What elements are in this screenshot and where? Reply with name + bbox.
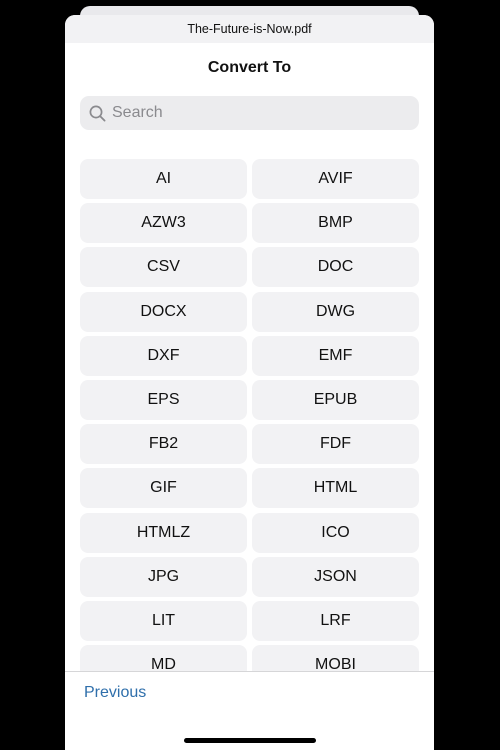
format-button-mobi[interactable]: MOBI (252, 645, 419, 671)
format-button-lrf[interactable]: LRF (252, 600, 419, 641)
format-button-jpg[interactable]: JPG (80, 556, 247, 597)
format-button-ico[interactable]: ICO (252, 512, 419, 553)
search-bar[interactable] (80, 96, 419, 130)
sheet-title: Convert To (207, 59, 292, 76)
file-name-header: The-Future-is-Now.pdf (65, 15, 434, 43)
format-button-ai[interactable]: AI (80, 159, 247, 199)
format-button-html[interactable]: HTML (252, 468, 419, 509)
format-button-gif[interactable]: GIF (80, 468, 247, 509)
format-button-epub[interactable]: EPUB (252, 379, 419, 420)
format-button-csv[interactable]: CSV (80, 247, 247, 288)
format-button-avif[interactable]: AVIF (252, 159, 419, 199)
format-button-fb2[interactable]: FB2 (80, 424, 247, 465)
format-button-md[interactable]: MD (80, 645, 247, 671)
convert-sheet: The-Future-is-Now.pdf Convert To AIAVIFA… (65, 15, 434, 750)
format-button-docx[interactable]: DOCX (80, 291, 247, 332)
format-grid: AI AVIF AZW3 BMP CSV DOC DOCX DWG DXF EMF EPS EPUB F… (80, 159, 419, 671)
format-button-bmp[interactable]: BMP (252, 203, 419, 244)
format-button-lit[interactable]: LIT (80, 600, 247, 641)
format-button-dwg[interactable]: DWG (252, 291, 419, 332)
format-button-htmlz[interactable]: HTMLZ (80, 512, 247, 553)
format-button-emf[interactable]: EMF (252, 335, 419, 376)
format-button-json[interactable]: JSON (252, 556, 419, 597)
format-button-fdf[interactable]: FDF (252, 424, 419, 465)
format-button-doc[interactable]: DOC (252, 247, 419, 288)
home-indicator (184, 738, 316, 743)
format-button-dxf[interactable]: DXF (80, 335, 247, 376)
file-name: The-Future-is-Now.pdf (187, 22, 312, 36)
search-input[interactable] (112, 104, 402, 122)
previous-button[interactable]: Previous (84, 684, 146, 702)
search-icon (88, 104, 106, 122)
format-button-eps[interactable]: EPS (80, 379, 247, 420)
format-button-azw3[interactable]: AZW3 (80, 203, 247, 244)
